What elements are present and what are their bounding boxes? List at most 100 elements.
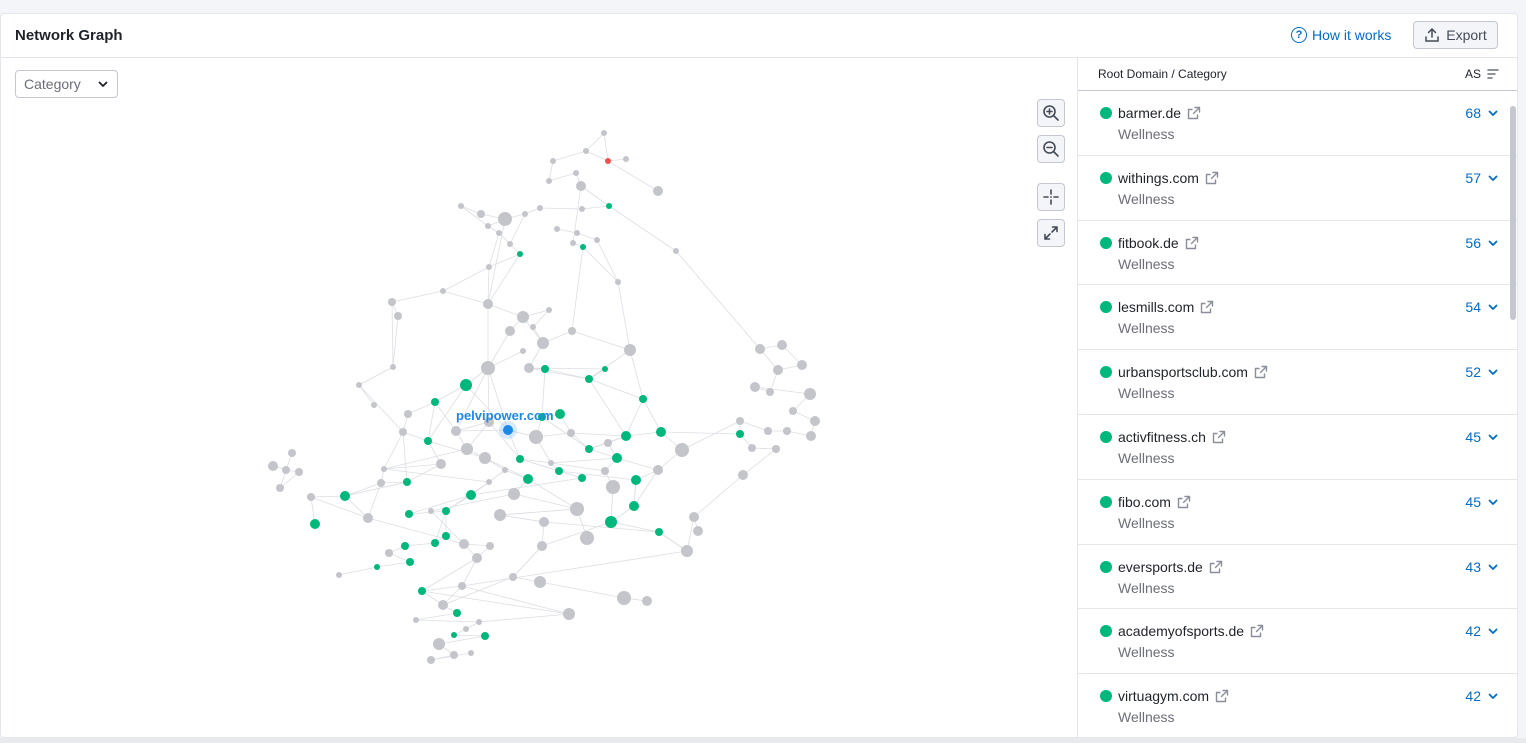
graph-node[interactable] — [605, 158, 611, 164]
graph-node[interactable] — [736, 430, 744, 438]
graph-node[interactable] — [738, 470, 748, 480]
graph-node[interactable] — [766, 388, 774, 396]
graph-node[interactable] — [377, 479, 385, 487]
graph-node[interactable] — [681, 545, 693, 557]
graph-node[interactable] — [673, 248, 679, 254]
graph-node[interactable] — [555, 467, 563, 475]
graph-node[interactable] — [399, 428, 407, 436]
graph-node[interactable] — [585, 445, 593, 453]
graph-node[interactable] — [601, 467, 609, 475]
graph-node[interactable] — [764, 427, 772, 435]
graph-node[interactable] — [282, 466, 290, 474]
graph-node[interactable] — [451, 426, 461, 436]
graph-node[interactable] — [523, 474, 533, 484]
domain-row[interactable]: lesmills.com Wellness 54 — [1078, 285, 1517, 351]
graph-node[interactable] — [507, 241, 513, 247]
graph-node[interactable] — [520, 348, 526, 354]
external-link-icon[interactable] — [1187, 106, 1201, 120]
as-score[interactable]: 42 — [1465, 688, 1499, 704]
export-button[interactable]: Export — [1413, 21, 1498, 49]
graph-node[interactable] — [405, 510, 413, 518]
graph-node[interactable] — [548, 460, 554, 466]
graph-node[interactable] — [404, 410, 412, 418]
recenter-button[interactable] — [1037, 183, 1065, 211]
graph-node[interactable] — [479, 452, 491, 464]
graph-node[interactable] — [413, 617, 419, 623]
graph-node[interactable] — [486, 479, 492, 485]
graph-node[interactable] — [516, 455, 524, 463]
graph-node[interactable] — [486, 264, 492, 270]
graph-node[interactable] — [477, 210, 485, 218]
as-score[interactable]: 54 — [1465, 299, 1499, 315]
domain-link[interactable]: fibo.com — [1118, 494, 1191, 510]
graph-node[interactable] — [583, 148, 589, 154]
domain-row[interactable]: academyofsports.de Wellness 42 — [1078, 609, 1517, 675]
as-score[interactable]: 56 — [1465, 235, 1499, 251]
graph-node[interactable] — [502, 467, 508, 473]
graph-node[interactable] — [466, 490, 476, 500]
graph-node[interactable] — [436, 459, 446, 469]
graph-node[interactable] — [431, 539, 439, 547]
graph-node[interactable] — [624, 344, 636, 356]
graph-node[interactable] — [539, 517, 549, 527]
graph-node[interactable] — [530, 324, 536, 330]
graph-node[interactable] — [675, 443, 689, 457]
graph-node[interactable] — [601, 130, 607, 136]
graph-node[interactable] — [438, 600, 448, 610]
graph-node[interactable] — [459, 539, 469, 549]
graph-node[interactable] — [288, 449, 296, 457]
domain-row[interactable]: activfitness.ch Wellness 45 — [1078, 415, 1517, 480]
domain-row[interactable]: barmer.de Wellness 68 — [1078, 91, 1517, 156]
graph-node[interactable] — [494, 509, 506, 521]
graph-node[interactable] — [541, 365, 549, 373]
graph-node[interactable] — [773, 365, 783, 375]
external-link-icon[interactable] — [1209, 560, 1223, 574]
graph-node[interactable] — [537, 205, 543, 211]
graph-node[interactable] — [783, 427, 791, 435]
graph-node[interactable] — [486, 542, 494, 550]
graph-node[interactable] — [529, 430, 543, 444]
domain-link[interactable]: academyofsports.de — [1118, 623, 1264, 639]
graph-node[interactable] — [736, 417, 744, 425]
graph-node[interactable] — [755, 344, 765, 354]
graph-node[interactable] — [604, 439, 612, 447]
center-node[interactable] — [503, 425, 513, 435]
graph-node[interactable] — [442, 532, 450, 540]
graph-node[interactable] — [268, 461, 278, 471]
graph-node[interactable] — [580, 531, 594, 545]
graph-node[interactable] — [307, 493, 315, 501]
external-link-icon[interactable] — [1205, 171, 1219, 185]
graph-node[interactable] — [458, 203, 464, 209]
graph-node[interactable] — [574, 230, 580, 236]
graph-node[interactable] — [310, 519, 320, 529]
graph-node[interactable] — [550, 158, 556, 164]
graph-node[interactable] — [463, 626, 469, 632]
zoom-out-button[interactable] — [1037, 135, 1065, 163]
domain-link[interactable]: urbansportsclub.com — [1118, 364, 1268, 380]
graph-node[interactable] — [554, 226, 560, 232]
graph-node[interactable] — [468, 650, 474, 656]
graph-node[interactable] — [517, 251, 523, 257]
graph-node[interactable] — [485, 223, 491, 229]
graph-node[interactable] — [496, 230, 502, 236]
as-score[interactable]: 52 — [1465, 364, 1499, 380]
as-score[interactable]: 43 — [1465, 559, 1499, 575]
as-score[interactable]: 68 — [1465, 105, 1499, 121]
graph-node[interactable] — [617, 591, 631, 605]
graph-node[interactable] — [403, 478, 411, 486]
category-dropdown[interactable]: Category — [15, 70, 118, 98]
graph-node[interactable] — [612, 453, 622, 463]
domain-row[interactable]: fitbook.de Wellness 56 — [1078, 221, 1517, 286]
graph-node[interactable] — [522, 211, 528, 217]
domain-row[interactable]: eversports.de Wellness 43 — [1078, 545, 1517, 610]
graph-node[interactable] — [631, 475, 641, 485]
graph-node[interactable] — [385, 549, 393, 557]
domain-row[interactable]: withings.com Wellness 57 — [1078, 156, 1517, 221]
graph-node[interactable] — [394, 312, 402, 320]
graph-node[interactable] — [655, 528, 663, 536]
domain-link[interactable]: barmer.de — [1118, 105, 1201, 121]
domain-link[interactable]: lesmills.com — [1118, 299, 1214, 315]
graph-node[interactable] — [546, 307, 552, 313]
graph-node[interactable] — [483, 299, 493, 309]
graph-node[interactable] — [451, 632, 457, 638]
